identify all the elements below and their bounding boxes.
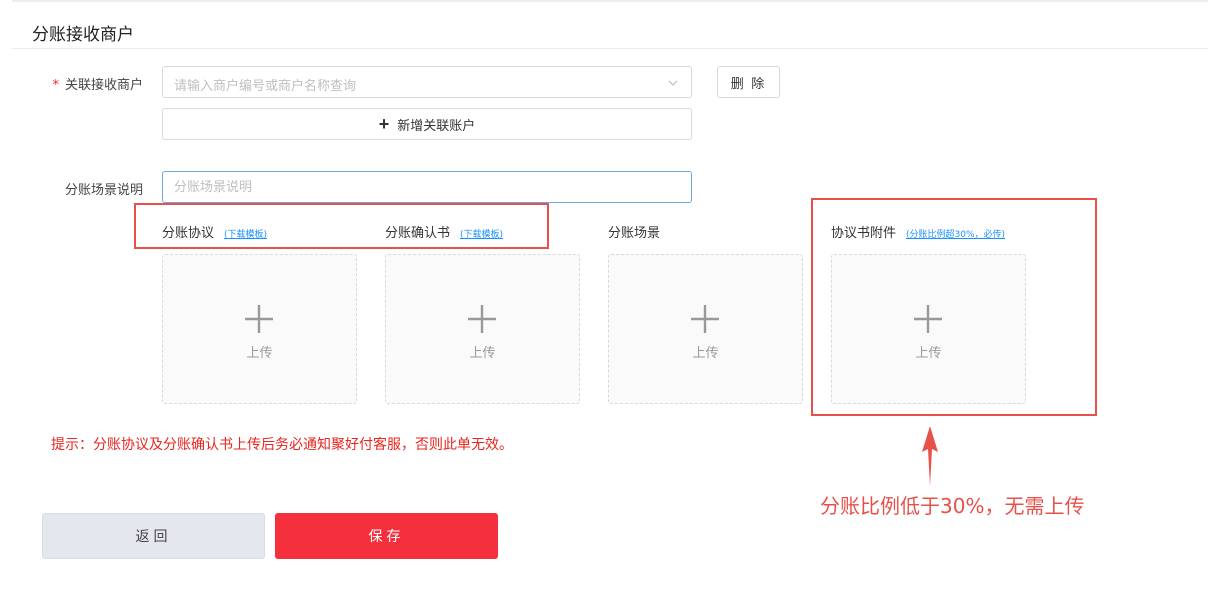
upload-label: 上传 [469,346,496,361]
upload-scene-box[interactable]: 上传 [608,254,803,404]
add-linked-account-label: 新增关联账户 [397,117,476,133]
merchant-label-row: * 关联接收商户 [13,74,143,93]
annotation-highlight-templates [134,203,549,249]
plus-icon [468,305,496,333]
scene-label: 分账场景说明 [64,183,143,198]
plus-icon: + [378,114,390,134]
merchant-label: 关联接收商户 [64,78,143,93]
merchant-select[interactable]: 请输入商户编号或商户名称查询 [162,66,692,98]
plus-icon [245,305,273,333]
annotation-highlight-attachment [811,198,1097,416]
required-mark: * [52,78,59,93]
delete-button[interactable]: 删 除 [717,66,780,98]
chevron-down-icon [668,80,678,86]
arrow-up-icon [922,426,938,486]
page-title: 分账接收商户 [32,25,134,45]
top-border [12,0,1208,2]
back-button[interactable]: 返回 [42,513,265,559]
scene-input[interactable] [162,171,692,203]
plus-icon [691,305,719,333]
upload-label: 上传 [692,346,719,361]
upload-confirmation-box[interactable]: 上传 [385,254,580,404]
upload-label: 上传 [246,346,273,361]
annotation-text: 分账比例低于30%，无需上传 [820,494,1085,518]
tip-text: 提示：分账协议及分账确认书上传后务必通知聚好付客服，否则此单无效。 [51,437,513,453]
add-linked-account-button[interactable]: + 新增关联账户 [162,108,692,140]
upload-title-scene: 分账场景 [608,222,660,241]
merchant-select-placeholder: 请输入商户编号或商户名称查询 [174,79,357,94]
save-button[interactable]: 保存 [275,513,498,559]
upload-agreement-box[interactable]: 上传 [162,254,357,404]
upload-title-label: 分账场景 [608,226,661,241]
title-divider [12,48,1208,49]
